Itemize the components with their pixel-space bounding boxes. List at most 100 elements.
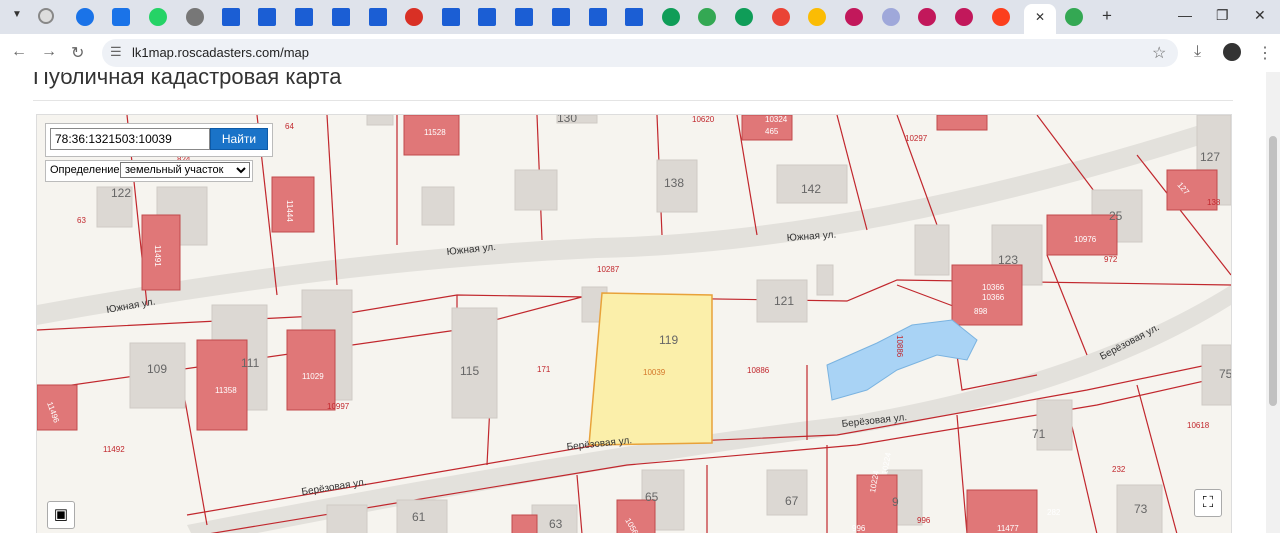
building-label: 465 — [765, 127, 779, 136]
tab-favicon-icon[interactable] — [332, 8, 350, 26]
parcel-label: 63 — [77, 216, 86, 225]
tab-favicon-icon[interactable] — [735, 8, 753, 26]
close-tab-icon[interactable]: ✕ — [1035, 10, 1045, 24]
page-scrollbar[interactable] — [1266, 72, 1280, 533]
tab-favicon-icon[interactable] — [186, 8, 204, 26]
building-label: 11491 — [153, 245, 162, 267]
building-label: 11358 — [215, 386, 237, 395]
download-icon[interactable]: ⤓ — [1194, 43, 1201, 61]
house-number: 121 — [774, 294, 794, 308]
pond — [826, 319, 978, 401]
tab-favicon-icon[interactable] — [918, 8, 936, 26]
house-number: 111 — [241, 356, 260, 370]
menu-kebab-icon[interactable]: ⋮ — [1257, 43, 1273, 63]
tab-favicon-icon[interactable] — [662, 8, 680, 26]
parcel-label: 996 — [917, 516, 931, 525]
house-number: 65 — [645, 490, 659, 504]
tab-favicon-icon[interactable] — [992, 8, 1010, 26]
tab-favicon-icon[interactable] — [1065, 8, 1083, 26]
bookmark-star-icon[interactable]: ☆ — [1152, 43, 1166, 63]
parcel-label: 171 — [537, 365, 551, 374]
parcel-label: 11492 — [103, 445, 125, 454]
avatar[interactable] — [1223, 43, 1241, 61]
parcel-label: 10886 — [895, 335, 904, 358]
tab-favicon-icon[interactable] — [625, 8, 643, 26]
cadastral-map[interactable]: Южная ул. Южная ул. Южная ул. Берёзовая … — [36, 114, 1232, 533]
active-tab[interactable]: ✕ — [1024, 4, 1056, 34]
tab-favicon-icon[interactable] — [369, 8, 387, 26]
back-icon[interactable]: ← — [11, 43, 27, 61]
street-label: Южная ул. — [786, 230, 836, 244]
page-title: Публичная кадастровая карта — [33, 72, 342, 89]
tab-favicon-icon[interactable] — [955, 8, 973, 26]
site-info-icon[interactable]: ☰ — [110, 44, 122, 60]
tab-favicon-icon[interactable] — [149, 8, 167, 26]
parcel-label: 232 — [1112, 465, 1126, 474]
house-number: 123 — [998, 253, 1018, 267]
building-label: 11029 — [302, 372, 324, 381]
minimize-icon[interactable]: — — [1178, 7, 1192, 23]
building-label: 11528 — [424, 128, 446, 137]
search-panel: Найти — [45, 123, 273, 157]
maximize-icon[interactable]: ❐ — [1216, 7, 1229, 24]
omnibox[interactable]: ☰ lk1map.roscadasters.com/map ☆ — [102, 39, 1178, 67]
tab-favicon-icon[interactable] — [258, 8, 276, 26]
address-bar: ← → ↻ ☰ lk1map.roscadasters.com/map ☆ ⤓ … — [0, 34, 1280, 73]
building-label: 10366 — [982, 283, 1005, 292]
tab-favicon-icon[interactable] — [772, 8, 790, 26]
tab-favicon-icon[interactable] — [38, 8, 54, 24]
tab-favicon-icon[interactable] — [112, 8, 130, 26]
tab-favicon-icon[interactable] — [478, 8, 496, 26]
definition-select[interactable]: земельный участок — [120, 162, 250, 178]
house-number: 119 — [659, 333, 678, 347]
building-label: 10976 — [1074, 235, 1097, 244]
house-number: 25 — [1109, 209, 1123, 223]
tab-favicon-icon[interactable] — [589, 8, 607, 26]
house-number: 9 — [892, 495, 899, 509]
new-tab-icon[interactable]: + — [1102, 6, 1112, 26]
layers-button[interactable]: ▣ — [47, 501, 75, 529]
tab-favicon-icon[interactable] — [845, 8, 863, 26]
house-number: 63 — [549, 517, 563, 531]
fullscreen-button[interactable]: ⛶ — [1194, 489, 1222, 517]
reload-icon[interactable]: ↻ — [71, 43, 84, 63]
parcel-label: 10297 — [905, 134, 928, 143]
tab-favicon-icon[interactable] — [405, 8, 423, 26]
parcel-label: 138 — [1207, 198, 1221, 207]
fullscreen-icon: ⛶ — [1202, 494, 1214, 511]
house-number: 71 — [1032, 427, 1046, 441]
house-number: 61 — [412, 510, 426, 524]
tab-search-icon[interactable]: ▼ — [12, 9, 22, 20]
parcel-label: 10997 — [327, 402, 350, 411]
tab-favicon-icon[interactable] — [295, 8, 313, 26]
forward-icon[interactable]: → — [41, 43, 57, 61]
close-window-icon[interactable]: ✕ — [1254, 7, 1266, 24]
house-number: 130 — [557, 115, 577, 125]
find-button[interactable]: Найти — [210, 128, 268, 150]
house-number: 109 — [147, 362, 167, 376]
definition-label: Определение: — [50, 164, 123, 176]
parcel-label: 10287 — [597, 265, 620, 274]
building-label: 10366 — [982, 293, 1005, 302]
building-label: 11477 — [997, 524, 1019, 533]
tab-favicon-icon[interactable] — [552, 8, 570, 26]
building-label: 10324 — [765, 115, 788, 124]
house-number: 75 — [1219, 367, 1231, 381]
tab-favicon-icon[interactable] — [442, 8, 460, 26]
tab-favicon-icon[interactable] — [882, 8, 900, 26]
building-label: 898 — [974, 307, 988, 316]
tab-favicon-icon[interactable] — [698, 8, 716, 26]
cadastral-number-input[interactable] — [50, 128, 210, 150]
house-number: 138 — [664, 176, 684, 190]
scrollbar-thumb[interactable] — [1269, 136, 1277, 406]
house-number: 127 — [1200, 150, 1220, 164]
url-text: lk1map.roscadasters.com/map — [132, 45, 310, 60]
layers-icon: ▣ — [53, 506, 69, 523]
tab-favicon-icon[interactable] — [515, 8, 533, 26]
building-label: 11444 — [285, 200, 294, 222]
parcel-label: 972 — [1104, 255, 1118, 264]
tab-favicon-icon[interactable] — [808, 8, 826, 26]
house-number: 142 — [801, 182, 821, 196]
tab-favicon-icon[interactable] — [222, 8, 240, 26]
tab-favicon-icon[interactable] — [76, 8, 94, 26]
